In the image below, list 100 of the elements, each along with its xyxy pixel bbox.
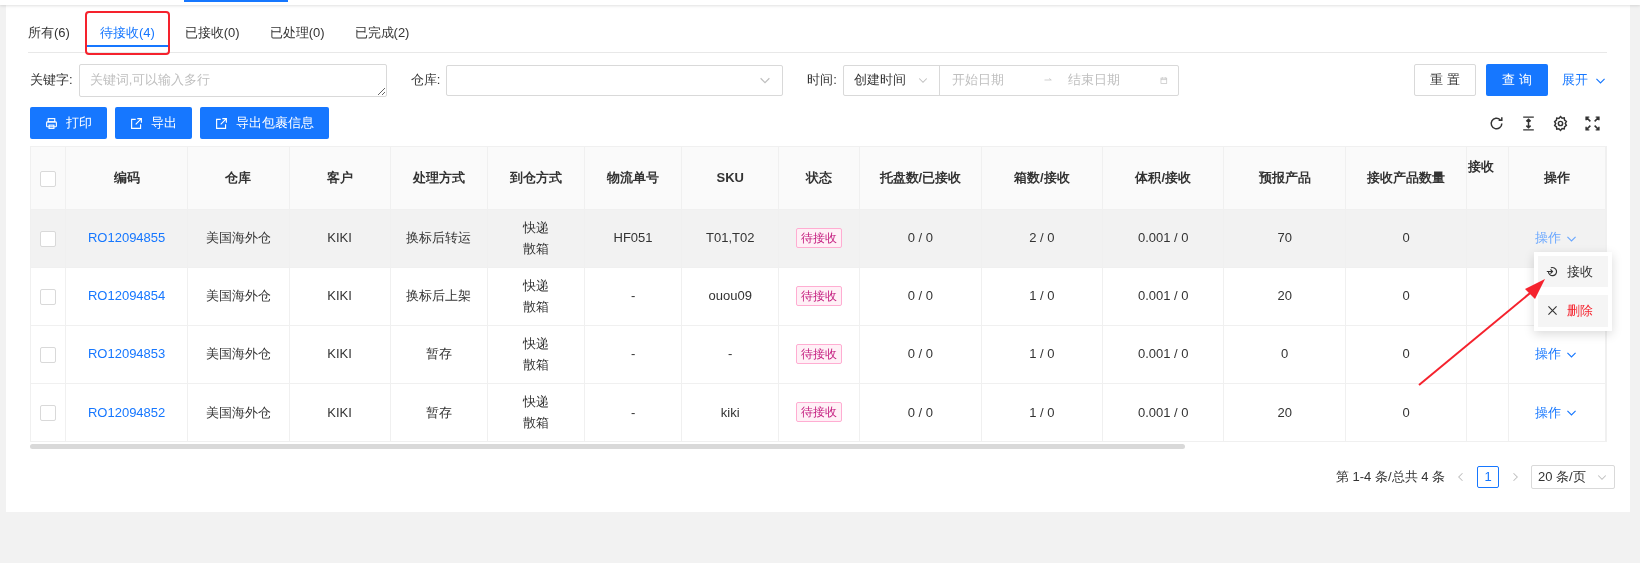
- column-header: 状态: [806, 170, 833, 185]
- export-button[interactable]: 导出: [115, 107, 192, 139]
- fullscreen-icon[interactable]: [1584, 114, 1601, 132]
- export-icon: [130, 116, 143, 130]
- action-link[interactable]: 操作: [1535, 228, 1579, 248]
- tab[interactable]: 已完成(2): [354, 13, 410, 53]
- page-size-select[interactable]: 20 条/页: [1531, 465, 1615, 489]
- menu-item[interactable]: 接收: [1537, 255, 1608, 287]
- table-cell: -: [630, 288, 636, 304]
- column-header: 编码: [113, 170, 140, 185]
- field-label: 时间:: [807, 71, 837, 90]
- table-cell-text: 快递: [521, 335, 550, 353]
- table-cell-text: 散箱: [521, 414, 550, 433]
- table-cell: -: [630, 346, 636, 362]
- table-cell: 1 / 0: [1029, 288, 1055, 304]
- table-cell: 换标后转运: [406, 230, 472, 246]
- table-cell: 0: [1402, 288, 1410, 304]
- table-cell: ouou09: [708, 288, 752, 304]
- tab[interactable]: 待接收(4): [86, 13, 168, 53]
- tab[interactable]: 已接收(0): [184, 13, 240, 53]
- table-cell-text: 散箱: [521, 356, 550, 374]
- column-header: 体积/接收: [1135, 170, 1192, 185]
- table-cell: T01,T02: [706, 230, 755, 246]
- checkbox[interactable]: [39, 346, 56, 363]
- field-label: 关键字:: [30, 71, 73, 90]
- table-cell: -: [630, 404, 636, 420]
- table-cell: 暂存: [425, 346, 452, 362]
- keyword-field[interactable]: 关键词,可以输入多行: [78, 63, 387, 97]
- column-header: 操作: [1543, 170, 1570, 185]
- pagination-summary: 第 1-4 条/总共 4 条: [1335, 468, 1445, 487]
- page-button[interactable]: 1: [1477, 466, 1499, 488]
- table-row[interactable]: RO12094852 美国海外仓 KIKI 暂存 快递 散箱 - kiki 待接收 0 / 0 1 / 0 0.001 / 0 20 0 操作: [31, 383, 1606, 441]
- status-tag: 待接收: [796, 286, 843, 306]
- table-cell: 暂存: [425, 404, 452, 420]
- table-cell: 换标后上架: [406, 288, 472, 304]
- export-button[interactable]: 导出包裹信息: [200, 107, 329, 139]
- code-link[interactable]: RO12094855: [87, 230, 166, 246]
- column-header: 仓库: [225, 170, 252, 185]
- table-cell-text: 快递: [521, 219, 550, 237]
- table-cell: 美国海外仓: [205, 230, 271, 246]
- table-cell: 0 / 0: [907, 230, 934, 246]
- export-icon: [215, 116, 228, 130]
- checkbox[interactable]: [39, 170, 56, 187]
- field-label: 仓库:: [410, 71, 441, 90]
- warehouse-select[interactable]: [446, 64, 784, 96]
- table-cell: 0: [1402, 230, 1410, 246]
- code-link[interactable]: RO12094854: [87, 288, 166, 304]
- refresh-icon[interactable]: [1488, 114, 1505, 132]
- table-cell-text: 快递: [521, 277, 550, 295]
- table-cell: 70: [1277, 230, 1292, 246]
- menu-item[interactable]: 删除: [1537, 295, 1608, 327]
- time-type-select[interactable]: 创建时间: [843, 65, 940, 95]
- search-button[interactable]: 查 询: [1486, 64, 1548, 96]
- column-header: 托盘数/已接收: [879, 170, 962, 185]
- table-cell: 0.001 / 0: [1137, 404, 1189, 420]
- status-tag: 待接收: [796, 402, 843, 423]
- checkbox[interactable]: [39, 230, 56, 247]
- status-tag: 待接收: [796, 228, 843, 248]
- expand-link[interactable]: 展开: [1562, 70, 1607, 90]
- row-height-icon[interactable]: [1520, 114, 1537, 132]
- table-cell: 0.001 / 0: [1137, 346, 1189, 362]
- action-link[interactable]: 操作: [1535, 344, 1579, 364]
- code-link[interactable]: RO12094853: [87, 346, 166, 362]
- table-cell: 20: [1277, 404, 1292, 420]
- table-cell: 0: [1281, 346, 1289, 362]
- column-header: 客户: [326, 170, 353, 185]
- table-cell: 0.001 / 0: [1137, 288, 1189, 304]
- settings-icon[interactable]: [1552, 114, 1569, 132]
- table-cell: kiki: [720, 404, 740, 420]
- action-link[interactable]: 操作: [1535, 402, 1579, 422]
- table-cell: -: [728, 346, 733, 362]
- table-cell: 美国海外仓: [205, 346, 271, 362]
- column-header: 接收产品数量: [1367, 170, 1446, 185]
- table-cell: KIKI: [327, 230, 352, 246]
- checkbox[interactable]: [39, 405, 56, 422]
- table-cell: KIKI: [327, 346, 352, 362]
- checkbox[interactable]: [39, 288, 56, 305]
- table-cell: 美国海外仓: [205, 404, 271, 420]
- close-icon: [1545, 304, 1559, 318]
- status-tag: 待接收: [796, 344, 843, 364]
- reset-button[interactable]: 重 置: [1414, 64, 1476, 96]
- tab[interactable]: 所有(6): [28, 13, 70, 53]
- column-header: 处理方式: [412, 170, 465, 185]
- table-cell: 0: [1402, 404, 1410, 420]
- code-link[interactable]: RO12094852: [87, 404, 166, 420]
- table-cell: KIKI: [327, 404, 352, 420]
- table-cell-text: 快递: [521, 393, 550, 412]
- table-cell: 1 / 0: [1029, 404, 1055, 420]
- receive-icon: [1545, 264, 1559, 278]
- table-cell-text: 散箱: [521, 298, 550, 316]
- column-header: SKU: [716, 170, 744, 185]
- table-cell: 0: [1402, 346, 1410, 362]
- column-header: 接收: [1468, 159, 1495, 174]
- print-button[interactable]: 打印: [30, 107, 107, 139]
- tab[interactable]: 已处理(0): [269, 13, 325, 53]
- table-cell: 0.001 / 0: [1137, 230, 1189, 246]
- scrollbar[interactable]: [30, 444, 1185, 449]
- table-cell: 0 / 0: [907, 346, 934, 362]
- table-row[interactable]: RO12094853 美国海外仓 KIKI 暂存 快递 散箱 - - 待接收 0 / 0 1 / 0 0.001 / 0 0 0 操作: [31, 325, 1606, 383]
- table-cell: 2 / 0: [1029, 230, 1055, 246]
